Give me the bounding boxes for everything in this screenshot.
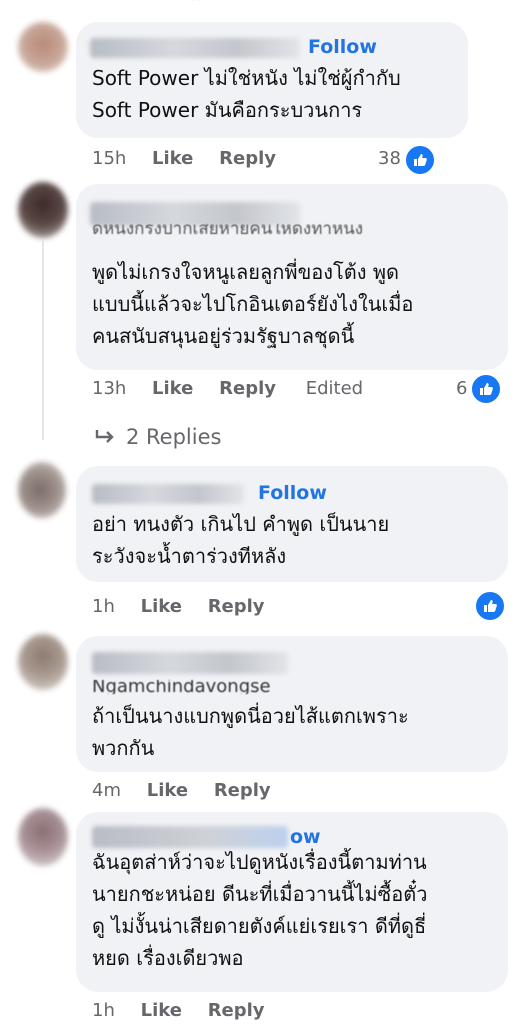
follow-button[interactable]: Follow [308, 36, 377, 58]
thumbs-up-icon[interactable] [474, 590, 506, 622]
commenter-name[interactable] [92, 652, 288, 674]
thumbs-up-icon [470, 373, 502, 405]
comments-feed: ·· Follow Soft Power ไม่ใช่หนัง ไม่ใช่ผู… [0, 0, 532, 1024]
clipped-header-text: ·· [190, 0, 201, 10]
avatar[interactable] [18, 634, 68, 690]
comment-text: อย่า ทนงตัว เกินไป คำพูด เป็นนาย ระวังจะ… [92, 508, 389, 572]
reply-button[interactable]: Reply [208, 596, 265, 617]
like-button[interactable]: Like [141, 1000, 182, 1021]
thread-line [42, 240, 44, 440]
comment-line: หยด เรื่องเดียวพอ [92, 946, 244, 970]
timestamp[interactable]: 1h [92, 596, 115, 617]
comment-partial-line: ดูหนังกรงปากเสียหายคนให้ดังทำหนัง [92, 224, 364, 234]
comment-text: ฉันอุตส่าห์ว่าจะไปดูหนังเรื่องนี้ตามท่าน… [92, 846, 427, 974]
comment-meta: 1h Like Reply [92, 1000, 265, 1021]
comment-text: ถ้าเป็นนางแบกพูดนี่อวยไส้แตกเพราะ พวกกัน [92, 700, 409, 764]
comment-meta: 13h Like Reply Edited [92, 378, 363, 399]
reply-button[interactable]: Reply [219, 378, 276, 399]
edited-label[interactable]: Edited [306, 378, 363, 399]
comment-text: Soft Power ไม่ใช่หนัง ไม่ใช่ผู้กำกับ Sof… [92, 62, 401, 126]
view-replies-button[interactable]: 2 Replies [94, 422, 221, 452]
comment-line: Soft Power ไม่ใช่หนัง ไม่ใช่ผู้กำกับ [92, 66, 401, 90]
comment-meta: 4m Like Reply [92, 780, 271, 801]
like-button[interactable]: Like [147, 780, 188, 801]
comment-text: พูดไม่เกรงใจหนูเลยลูกพี่ของโต้ง พูด แบบน… [92, 256, 413, 352]
avatar[interactable] [18, 808, 68, 866]
reply-arrow-icon [95, 430, 114, 443]
comment-line: แบบนี้แล้วจะไปโกอินเตอร์ยังไงในเมื่อ [92, 292, 414, 316]
timestamp[interactable]: 4m [92, 780, 121, 801]
comment-line: ถ้าเป็นนางแบกพูดนี่อวยไส้แตกเพราะ [92, 704, 409, 728]
comment-line: คนสนับสนุนอยู่ร่วมรัฐบาลชุดนี้ [92, 324, 355, 348]
commenter-name-partial[interactable]: Ngamchindavongse [92, 680, 271, 694]
like-button[interactable]: Like [141, 596, 182, 617]
reply-button[interactable]: Reply [219, 148, 276, 168]
replies-label[interactable]: 2 Replies [126, 425, 221, 449]
timestamp[interactable]: 1h [92, 1000, 115, 1021]
comment-line: ดู ไม่งั้นน่าเสียดายตังค์แย่เรยเรา ดีที่… [92, 914, 427, 938]
avatar[interactable] [18, 22, 68, 72]
comment-line: อย่า ทนงตัว เกินไป คำพูด เป็นนาย [92, 512, 390, 536]
reaction-count[interactable]: 6 [456, 378, 467, 399]
reply-button[interactable]: Reply [214, 780, 271, 801]
follow-button[interactable]: ow [290, 826, 321, 848]
avatar[interactable] [18, 462, 66, 518]
commenter-name[interactable] [90, 202, 300, 226]
reply-button[interactable]: Reply [208, 1000, 265, 1021]
timestamp[interactable]: 15h [92, 148, 126, 168]
timestamp[interactable]: 13h [92, 378, 126, 399]
reaction-count[interactable]: 38 [378, 148, 401, 169]
avatar[interactable] [18, 182, 68, 238]
commenter-name[interactable] [92, 484, 244, 504]
comment-meta: 1h Like Reply [92, 596, 265, 617]
comment-line: ระวังจะน้ำตาร่วงทีหลัง [92, 544, 287, 568]
thumbs-up-icon [404, 144, 436, 176]
commenter-name[interactable] [92, 826, 288, 848]
commenter-name[interactable] [90, 38, 300, 58]
comment-line: พวกกัน [92, 736, 155, 760]
comment-meta: 15h Like Reply [92, 148, 276, 168]
like-button[interactable]: Like [152, 148, 193, 168]
comment-line: Soft Power มันคือกระบวนการ [92, 98, 363, 122]
comment-line: พูดไม่เกรงใจหนูเลยลูกพี่ของโต้ง พูด [92, 260, 400, 284]
comment-line: ฉันอุตส่าห์ว่าจะไปดูหนังเรื่องนี้ตามท่าน [92, 850, 427, 874]
follow-button[interactable]: Follow [258, 482, 327, 504]
like-button[interactable]: Like [152, 378, 193, 399]
comment-line: นายกชะหน่อย ดีนะที่เมื่อวานนี้ไม่ซื้อตั๋… [92, 882, 428, 906]
